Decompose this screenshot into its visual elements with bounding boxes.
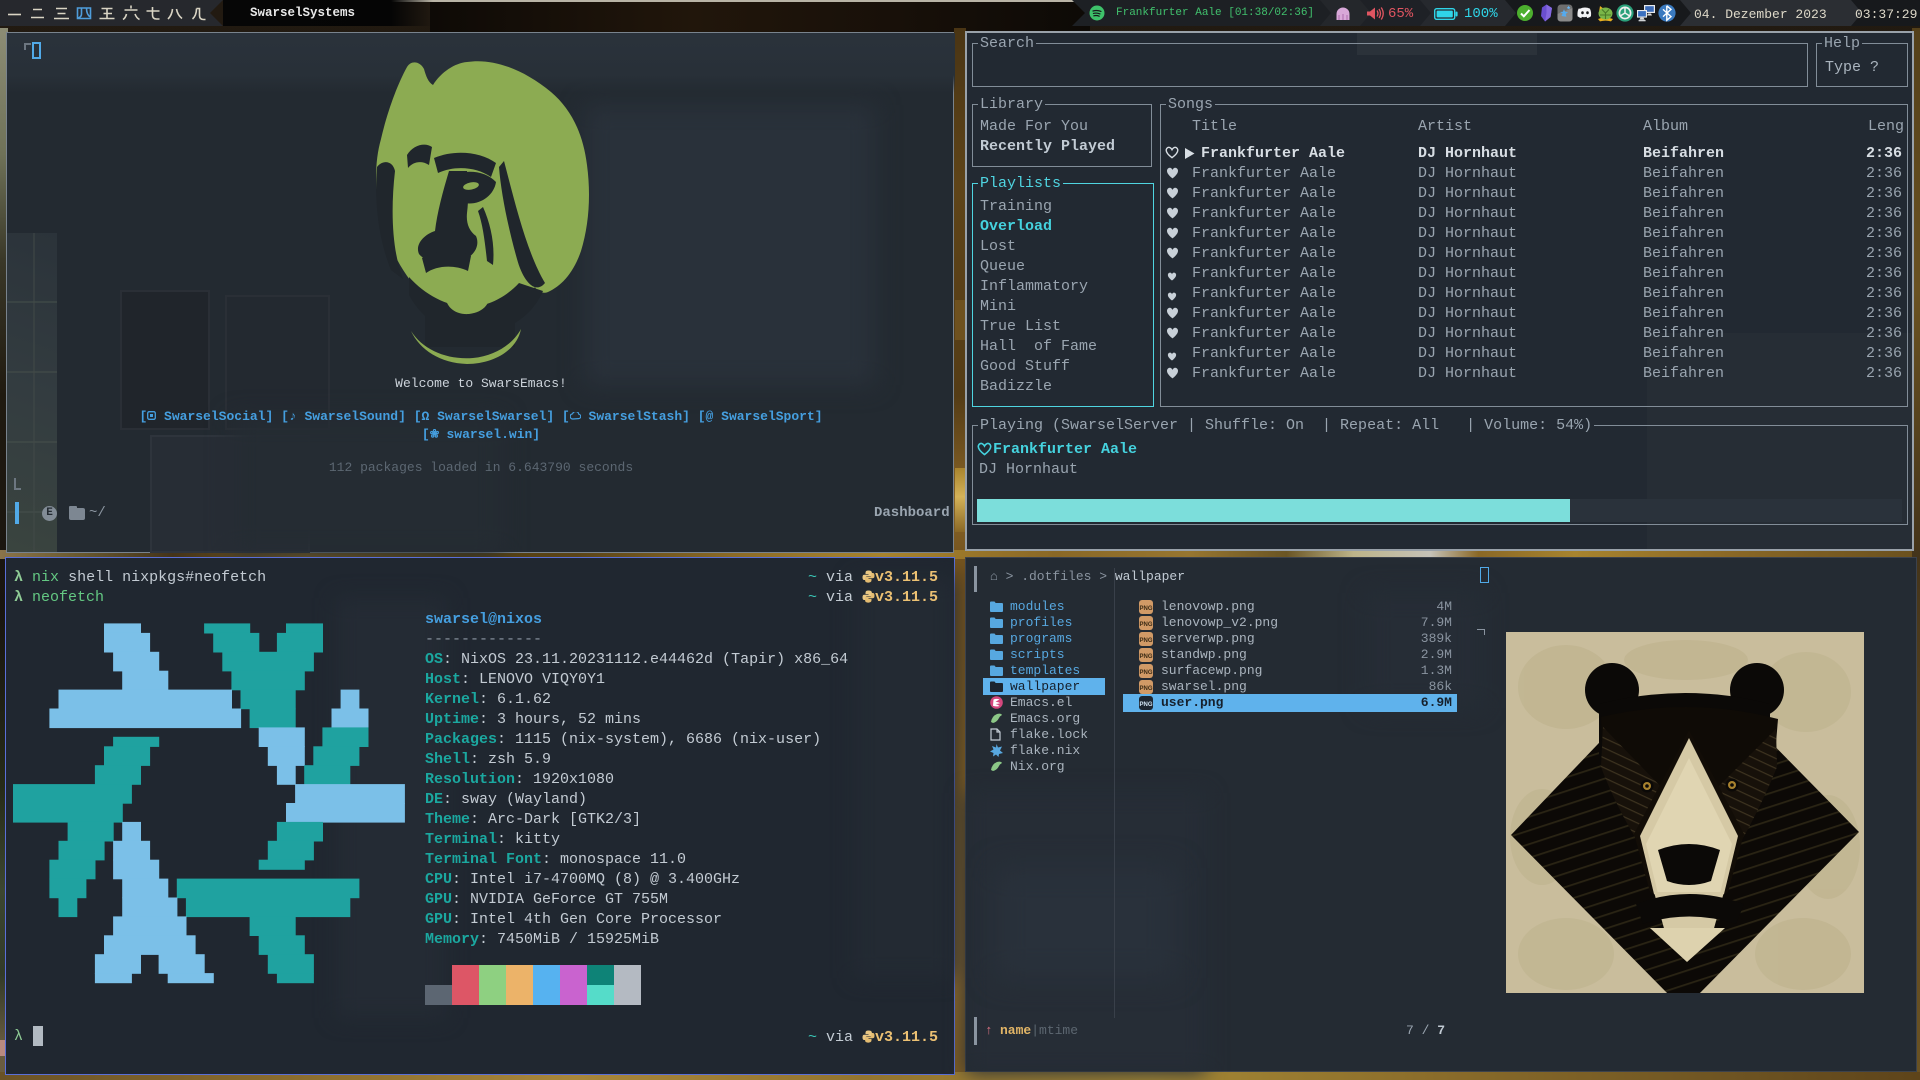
svg-text:PNG: PNG: [1139, 670, 1152, 676]
svg-text:PNG: PNG: [1139, 622, 1152, 628]
svg-text:PNG: PNG: [1139, 638, 1152, 644]
svg-text:PNG: PNG: [1139, 686, 1152, 692]
svg-text:PNG: PNG: [1139, 702, 1152, 708]
svg-text:PNG: PNG: [1139, 654, 1152, 660]
svg-text:PNG: PNG: [1139, 606, 1152, 612]
